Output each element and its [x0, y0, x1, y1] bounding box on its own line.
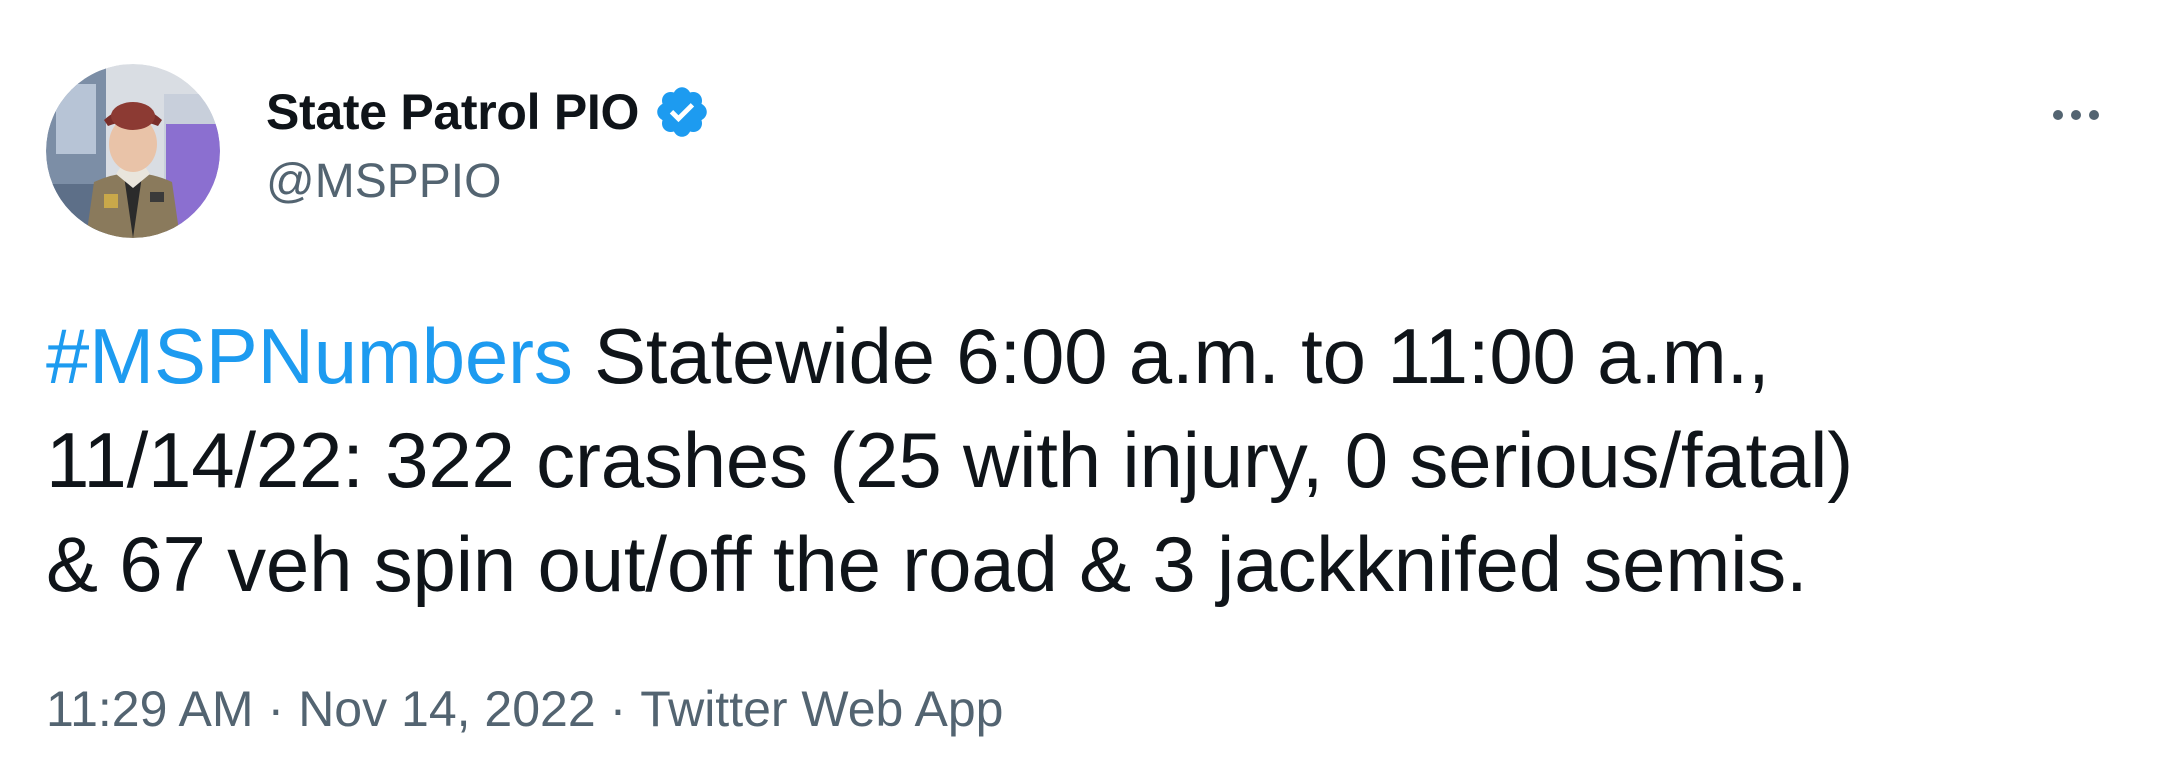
- tweet-source[interactable]: Twitter Web App: [640, 681, 1003, 737]
- tweet-text-line-2: 11/14/22: 322 crashes (25 with injury, 0…: [46, 416, 1854, 504]
- separator-dot: ·: [267, 681, 285, 737]
- hashtag-link[interactable]: #MSPNumbers: [46, 312, 573, 400]
- tweet-text-line-1: #MSPNumbers Statewide 6:00 a.m. to 11:00…: [46, 304, 2126, 408]
- tweet-text-line-3: & 67 veh spin out/off the road & 3 jackk…: [46, 520, 1808, 608]
- verified-badge-icon: [653, 83, 711, 141]
- separator-dot: ·: [609, 681, 627, 737]
- tweet-metadata: 11:29 AM · Nov 14, 2022 · Twitter Web App: [46, 680, 1003, 738]
- user-handle[interactable]: @MSPPIO: [266, 154, 711, 209]
- tweet-author: State Patrol PIO @MSPPIO: [266, 78, 711, 209]
- tweet-time[interactable]: 11:29 AM: [46, 681, 254, 737]
- avatar[interactable]: [46, 64, 220, 238]
- avatar-photo: [46, 64, 220, 238]
- tweet-date[interactable]: Nov 14, 2022: [298, 681, 595, 737]
- name-row: State Patrol PIO: [266, 78, 711, 146]
- more-options-icon: [2053, 110, 2099, 120]
- tweet-text: #MSPNumbers Statewide 6:00 a.m. to 11:00…: [46, 304, 2126, 616]
- tweet-card: State Patrol PIO @MSPPIO #MSPNumbers Sta…: [0, 0, 2160, 780]
- display-name[interactable]: State Patrol PIO: [266, 83, 639, 141]
- more-options-button[interactable]: [2046, 90, 2106, 140]
- tweet-text-line-1-rest: Statewide 6:00 a.m. to 11:00 a.m.,: [572, 312, 1770, 400]
